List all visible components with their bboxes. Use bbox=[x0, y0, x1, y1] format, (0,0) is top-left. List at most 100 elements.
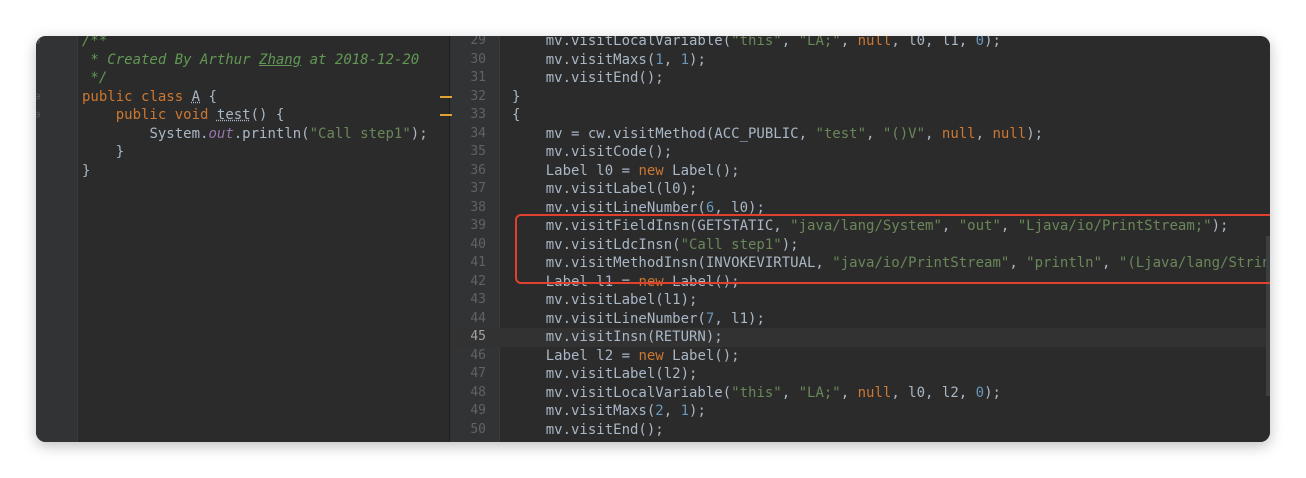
line-number: 44 bbox=[470, 310, 486, 326]
code-token: , bbox=[781, 36, 799, 49]
code-token: "test" bbox=[815, 125, 867, 142]
code-line[interactable]: 35 mv.visitCode(); bbox=[450, 143, 1270, 162]
code-text: public class A { bbox=[82, 88, 217, 107]
code-token: , bbox=[840, 36, 858, 49]
code-text: mv.visitEnd(); bbox=[512, 421, 664, 440]
code-token: "()V" bbox=[882, 125, 926, 142]
code-token: new bbox=[638, 347, 673, 364]
code-line[interactable]: 29 mv.visitLocalVariable("this", "LA;", … bbox=[450, 36, 1270, 51]
code-token: mv.visitLabel(l1); bbox=[512, 292, 698, 308]
code-token: "this" bbox=[731, 36, 782, 49]
code-line[interactable]: 43 mv.visitLabel(l1); bbox=[450, 291, 1270, 310]
fold-icon[interactable]: ⊖ bbox=[36, 88, 41, 107]
code-text: mv.visitLabel(l0); bbox=[512, 180, 698, 199]
line-number: 37 bbox=[470, 181, 486, 196]
left-code-area[interactable]: ⊖ /** * Created By Arthur Zhang at 2018-1… bbox=[36, 36, 449, 180]
code-token: ); bbox=[1026, 125, 1044, 142]
change-marker bbox=[440, 95, 452, 98]
code-text: */ bbox=[82, 69, 107, 88]
code-line[interactable]: 49 mv.visitMaxs(2, 1); bbox=[450, 402, 1270, 421]
line-number: 36 bbox=[470, 162, 486, 178]
code-token: null bbox=[857, 36, 892, 49]
code-line[interactable]: 44 mv.visitLineNumber(7, l1); bbox=[450, 310, 1270, 329]
line-number: 40 bbox=[470, 236, 486, 252]
code-text: mv.visitMaxs(1, 1); bbox=[512, 51, 706, 70]
code-token: mv.visitMaxs( bbox=[512, 403, 656, 419]
line-number: 39 bbox=[470, 218, 486, 233]
code-token: 1 bbox=[655, 51, 664, 68]
code-token: out bbox=[208, 125, 234, 142]
code-token: public bbox=[115, 107, 175, 123]
code-token: { bbox=[512, 107, 521, 123]
code-line[interactable]: } bbox=[36, 162, 449, 181]
code-token: ); bbox=[410, 125, 428, 142]
line-number: 35 bbox=[470, 144, 486, 159]
code-token: , bbox=[925, 125, 942, 142]
code-text: Label l2 = new Label(); bbox=[512, 347, 740, 366]
code-token: void bbox=[174, 107, 217, 123]
code-line[interactable]: * Created By Arthur Zhang at 2018-12-20 bbox=[36, 51, 449, 70]
code-token: ); bbox=[689, 51, 706, 68]
line-number: 49 bbox=[470, 403, 486, 418]
code-token: * Created By Arthur bbox=[82, 51, 260, 68]
code-token: { bbox=[200, 88, 217, 105]
code-text: System.out.println("Call step1"); bbox=[82, 125, 428, 144]
code-token: , l1); bbox=[714, 310, 765, 327]
code-text: mv.visitLabel(l2); bbox=[512, 365, 698, 384]
code-token: mv = cw.visitMethod(ACC_PUBLIC, bbox=[512, 125, 816, 142]
code-text: { bbox=[512, 106, 520, 125]
code-token: "this" bbox=[731, 384, 782, 401]
code-token: , bbox=[840, 384, 858, 401]
code-token: mv.visitLocalVariable( bbox=[512, 36, 732, 49]
line-number: 47 bbox=[470, 366, 486, 381]
code-line[interactable]: ⊖ public void test() { bbox=[36, 106, 449, 125]
code-line[interactable]: 33 { bbox=[440, 106, 1270, 125]
code-text: * Created By Arthur Zhang at 2018-12-20 bbox=[82, 51, 419, 70]
code-line[interactable]: 48 mv.visitLocalVariable("this", "LA;", … bbox=[450, 384, 1270, 403]
code-line[interactable]: 47 mv.visitLabel(l2); bbox=[450, 365, 1270, 384]
code-token: "LA;" bbox=[798, 36, 841, 49]
code-line[interactable]: System.out.println("Call step1"); bbox=[36, 125, 449, 144]
code-token: class bbox=[141, 88, 192, 105]
code-token: null bbox=[857, 384, 892, 401]
code-line[interactable]: ⊖ public class A { bbox=[36, 88, 449, 107]
line-number: 38 bbox=[470, 199, 486, 215]
code-line[interactable]: 31 mv.visitEnd(); bbox=[450, 69, 1270, 88]
code-token: A bbox=[191, 88, 201, 105]
code-line[interactable]: 46 Label l2 = new Label(); bbox=[450, 347, 1270, 366]
ide-window: ⊖ /** * Created By Arthur Zhang at 2018-1… bbox=[36, 36, 1270, 442]
code-line[interactable]: 37 mv.visitLabel(l0); bbox=[450, 180, 1270, 199]
code-token: , bbox=[663, 403, 681, 419]
code-line[interactable]: */ bbox=[36, 69, 449, 88]
code-line[interactable]: 30 mv.visitMaxs(1, 1); bbox=[450, 51, 1270, 70]
code-token: "LA;" bbox=[798, 384, 841, 401]
fold-icon[interactable]: ⊖ bbox=[36, 106, 41, 125]
code-text: mv.visitMaxs(2, 1); bbox=[512, 402, 706, 421]
line-number: 31 bbox=[470, 70, 486, 85]
code-line[interactable]: } bbox=[36, 143, 449, 162]
code-line[interactable]: ⊖ /** bbox=[36, 36, 449, 51]
line-number: 34 bbox=[470, 125, 486, 141]
code-token: 2 bbox=[655, 403, 664, 419]
code-token: 0 bbox=[975, 384, 985, 401]
code-token: } bbox=[82, 162, 91, 179]
line-number: 43 bbox=[470, 292, 486, 307]
left-editor-pane[interactable]: ⊖ /** * Created By Arthur Zhang at 2018-1… bbox=[36, 36, 449, 442]
code-text: } bbox=[82, 143, 124, 162]
code-token: System. bbox=[149, 125, 209, 142]
code-line[interactable]: 32} bbox=[440, 88, 1270, 107]
line-number: 48 bbox=[470, 384, 486, 400]
code-line[interactable]: 34 mv = cw.visitMethod(ACC_PUBLIC, "test… bbox=[450, 125, 1270, 144]
line-number: 29 bbox=[470, 36, 486, 48]
code-text: mv = cw.visitMethod(ACC_PUBLIC, "test", … bbox=[512, 125, 1043, 144]
code-line[interactable]: 50 mv.visitEnd(); bbox=[450, 421, 1270, 440]
code-line[interactable]: 45 mv.visitInsn(RETURN); bbox=[450, 328, 1270, 347]
code-token: mv.visitLabel(l2); bbox=[512, 366, 698, 382]
change-marker bbox=[440, 114, 452, 116]
code-line[interactable]: 36 Label l0 = new Label(); bbox=[450, 162, 1270, 181]
code-text: mv.visitLocalVariable("this", "LA;", nul… bbox=[512, 384, 1001, 403]
fold-icon[interactable]: ⊖ bbox=[36, 36, 41, 51]
code-token: mv.visitLocalVariable( bbox=[512, 384, 732, 401]
